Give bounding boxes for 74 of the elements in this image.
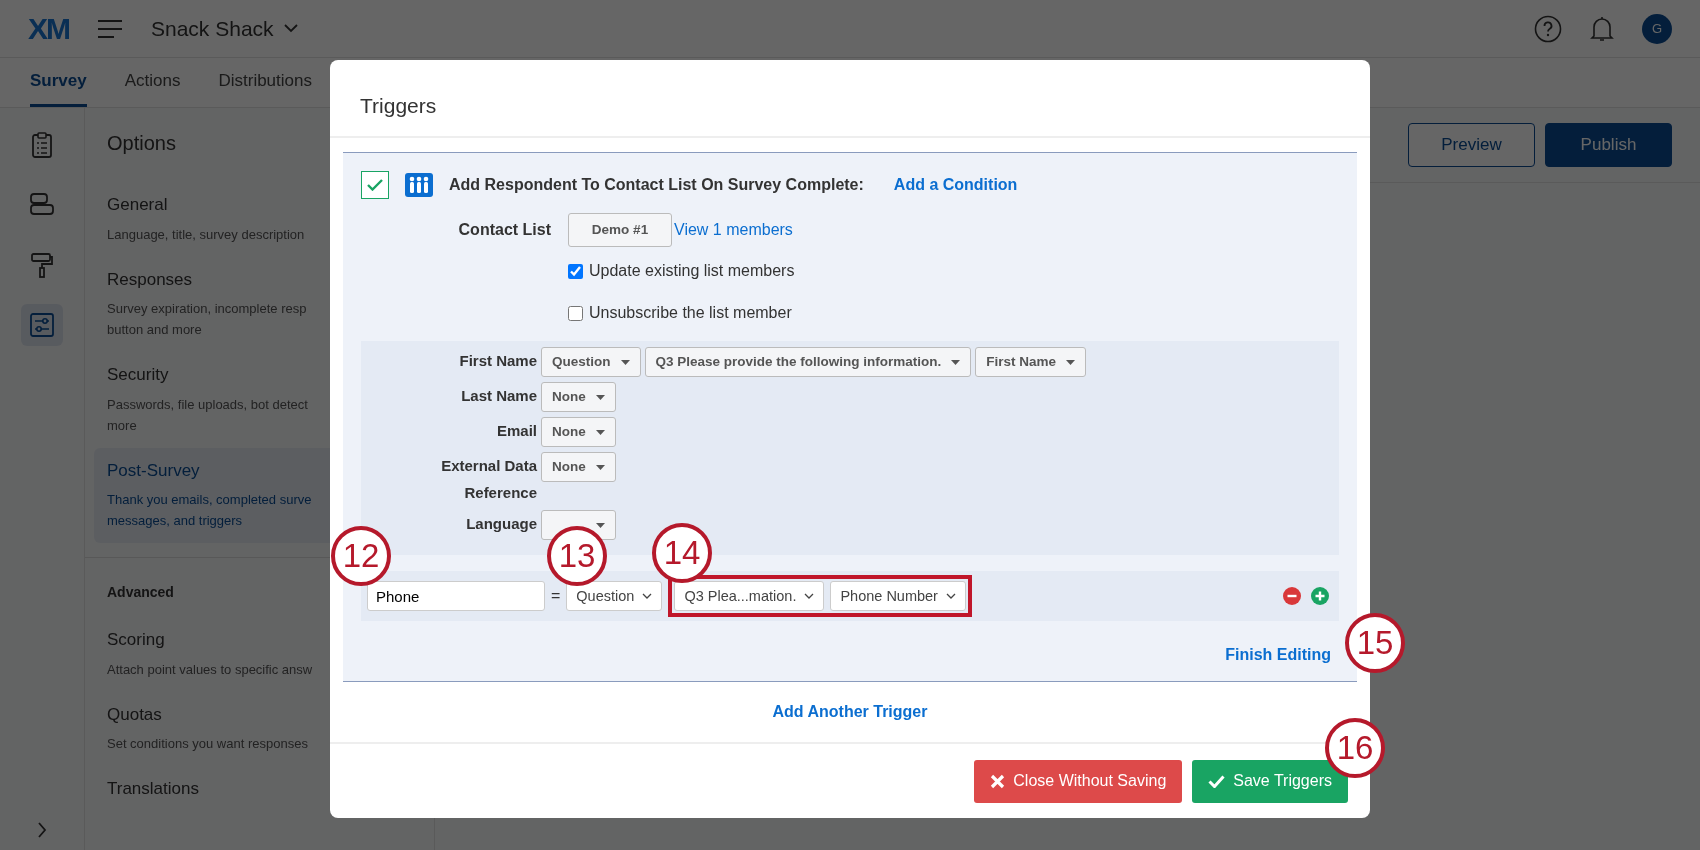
- option-description: Passwords, file uploads, bot detect: [107, 395, 309, 414]
- rail-item-highlight[interactable]: [21, 304, 63, 346]
- sliders-icon[interactable]: [28, 311, 56, 339]
- help-icon[interactable]: [1534, 14, 1562, 43]
- option-description: button and more: [107, 321, 203, 339]
- chevron-down-icon: [945, 593, 956, 600]
- check-icon: [367, 179, 383, 192]
- option-description: more: [107, 416, 138, 435]
- save-triggers-button[interactable]: Save Triggers: [1192, 759, 1348, 803]
- add-icon[interactable]: [1311, 587, 1329, 606]
- add-condition-link[interactable]: Add a Condition: [893, 173, 1018, 198]
- paint-roller-icon[interactable]: [28, 251, 56, 279]
- option-description: Language, title, survey description: [107, 225, 306, 244]
- option-description: Thank you emails, completed surve: [107, 491, 313, 509]
- dropdown[interactable]: Question: [541, 347, 641, 378]
- avatar[interactable]: G: [1642, 13, 1672, 44]
- field-label: Last Name: [461, 386, 537, 407]
- dropdown[interactable]: None: [541, 382, 616, 413]
- dropdown[interactable]: None: [541, 452, 616, 483]
- field-name-input[interactable]: Phone: [367, 581, 545, 612]
- chevron-down-icon: [642, 593, 653, 600]
- contact-list-dropdown[interactable]: Demo #1: [568, 213, 672, 248]
- project-name[interactable]: Snack Shack: [151, 12, 274, 45]
- dropdown[interactable]: None: [541, 417, 616, 448]
- x-icon: [990, 773, 1006, 789]
- remove-icon[interactable]: [1283, 587, 1301, 606]
- add-trigger-link[interactable]: Add Another Trigger: [772, 700, 928, 725]
- bell-icon[interactable]: [1590, 14, 1614, 43]
- chevron-down-icon[interactable]: [283, 24, 298, 33]
- option-description: Survey expiration, incomplete resp: [107, 300, 308, 318]
- caret-icon: [595, 429, 605, 435]
- field-label: Email: [496, 421, 537, 442]
- caret-icon: [596, 522, 605, 528]
- checkbox[interactable]: [568, 263, 583, 279]
- chevron-right-icon[interactable]: [37, 822, 47, 838]
- checkbox-label: Unsubscribe the list member: [589, 303, 792, 324]
- field-label: External Data Reference: [440, 456, 537, 504]
- caret-icon: [595, 394, 605, 400]
- caret-icon: [620, 359, 630, 365]
- trigger-title: Add Respondent To Contact List On Survey Complete:: [449, 175, 864, 196]
- trigger-checkbox[interactable]: [361, 171, 389, 200]
- dropdown[interactable]: First Name: [975, 347, 1087, 378]
- people-icon: [405, 173, 433, 198]
- caret-icon: [1066, 359, 1076, 365]
- close-without-saving-button[interactable]: Close Without Saving: [974, 759, 1183, 803]
- panel-title: Options: [106, 131, 177, 156]
- field-label: Contact List: [457, 220, 551, 241]
- chevron-down-icon: [804, 593, 815, 600]
- option-description: messages, and triggers: [107, 512, 244, 530]
- field-label: First Name: [459, 351, 537, 372]
- finish-editing-link[interactable]: Finish Editing: [1225, 643, 1331, 668]
- preview-button[interactable]: Preview: [1408, 123, 1535, 167]
- modal-title: Triggers: [330, 60, 1370, 139]
- logo[interactable]: XM: [28, 6, 69, 51]
- field-label: Language: [466, 514, 537, 535]
- menu-icon[interactable]: [97, 18, 123, 39]
- nav-tab[interactable]: Actions: [124, 53, 181, 107]
- view-members-link[interactable]: View 1 members: [674, 218, 793, 243]
- publish-button[interactable]: Publish: [1545, 123, 1672, 167]
- equals-sign: =: [551, 586, 561, 607]
- option-description: Attach point values to specific answ: [107, 660, 314, 679]
- check-icon: [1208, 774, 1226, 788]
- nav-tab[interactable]: Survey: [30, 53, 87, 107]
- caret-icon: [951, 359, 961, 365]
- checkbox-label: Update existing list members: [589, 261, 795, 282]
- callout-number: 15: [1345, 613, 1405, 673]
- dropdown[interactable]: Phone Number: [830, 581, 966, 612]
- checkbox[interactable]: [568, 305, 583, 321]
- dropdown[interactable]: Question: [566, 581, 663, 612]
- dropdown[interactable]: Q3 Please provide the following information.: [644, 347, 972, 378]
- dropdown[interactable]: Q3 Plea...mation.: [674, 581, 825, 612]
- nav-tab[interactable]: Distributions: [218, 53, 312, 107]
- option-description: Set conditions you want responses: [107, 735, 309, 753]
- caret-icon: [595, 464, 605, 470]
